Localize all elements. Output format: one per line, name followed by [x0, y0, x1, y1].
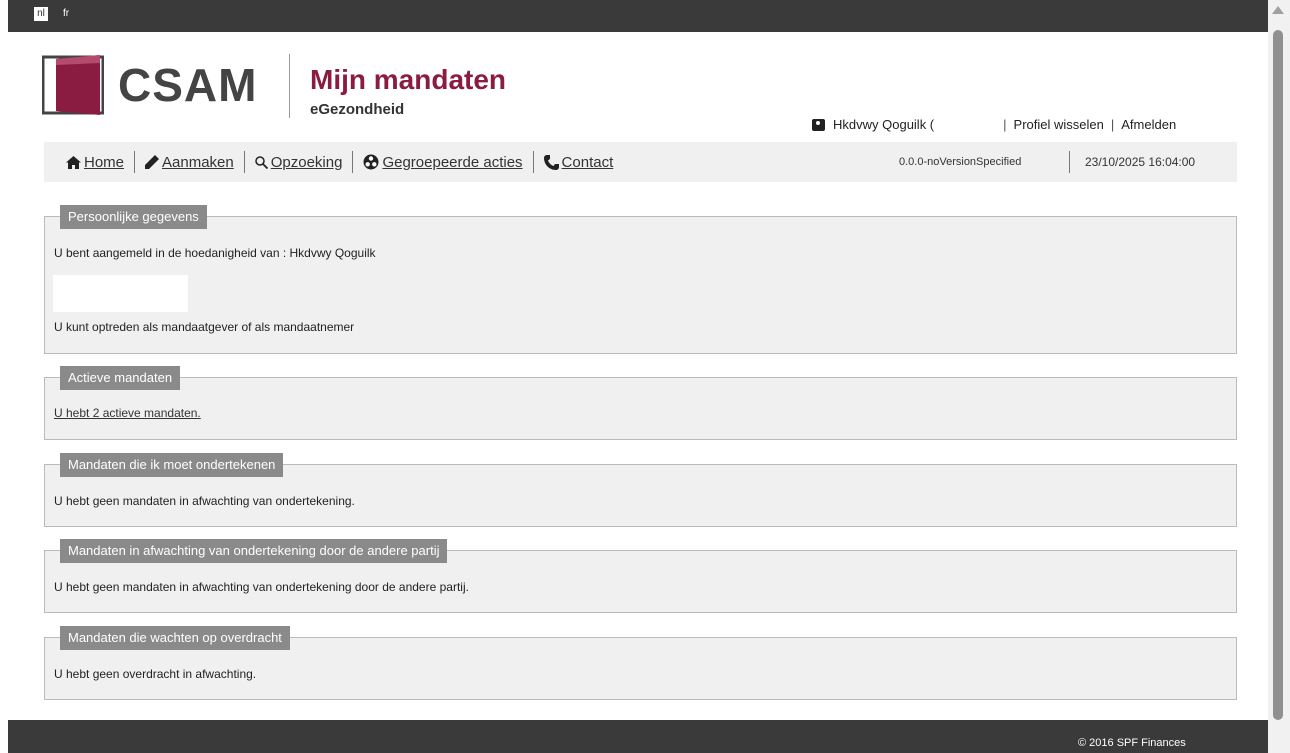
active-mandates-link[interactable]: U hebt 2 actieve mandaten.: [54, 406, 201, 420]
scroll-up-arrow-icon[interactable]: [1272, 6, 1284, 14]
nav-divider: [352, 151, 354, 173]
header-divider: [289, 54, 290, 118]
nav-contact-label: Contact: [561, 153, 614, 171]
search-icon: [254, 155, 268, 169]
scroll-thumb[interactable]: [1273, 30, 1283, 720]
phone-icon: [543, 154, 559, 170]
nav-home[interactable]: Home: [66, 154, 124, 171]
logged-in-as-text: U bent aangemeld in de hoedanigheid van …: [54, 246, 376, 260]
panel-title: Mandaten die wachten op overdracht: [60, 626, 290, 650]
language-bar: nl fr: [8, 0, 1268, 32]
panel-personal-data: Persoonlijke gegevens U bent aangemeld i…: [44, 205, 1237, 354]
nav-opzoeking[interactable]: Opzoeking: [254, 153, 343, 171]
nav-divider: [134, 151, 136, 173]
to-sign-text: U hebt geen mandaten in afwachting van o…: [54, 494, 355, 508]
home-icon: [66, 155, 81, 169]
panel-other-party: Mandaten in afwachting van ondertekening…: [44, 539, 1237, 613]
group-actions-icon: [363, 154, 379, 170]
separator: |: [1110, 117, 1115, 132]
switch-profile-link[interactable]: Profiel wisselen: [1014, 117, 1104, 132]
role-text: U kunt optreden als mandaatgever of als …: [54, 320, 355, 334]
nav-divider: [1069, 151, 1070, 173]
panel-to-sign: Mandaten die ik moet ondertekenen U hebt…: [44, 453, 1237, 527]
nav-contact[interactable]: Contact: [543, 153, 614, 171]
nav-opzoeking-label: Opzoeking: [270, 153, 343, 171]
panel-title: Mandaten in afwachting van ondertekening…: [60, 539, 448, 563]
version-label: 0.0.0-noVersionSpecified: [899, 156, 1022, 168]
panel-transfer: Mandaten die wachten op overdracht U heb…: [44, 626, 1237, 700]
panel-active-mandates: Actieve mandaten U hebt 2 actieve mandat…: [44, 366, 1237, 440]
language-fr[interactable]: fr: [63, 7, 69, 21]
nav-divider: [532, 151, 534, 173]
footer: © 2016 SPF Finances: [8, 720, 1268, 753]
nav-gegroepeerde-acties[interactable]: Gegroepeerde acties: [363, 153, 523, 171]
main-nav: Home Aanmaken Opzoeking Gegroepeerde act…: [44, 142, 1237, 182]
app-subtitle: eGezondheid: [310, 101, 405, 118]
nav-home-label: Home: [84, 153, 125, 171]
nav-divider: [243, 151, 245, 173]
redacted-box: [53, 275, 188, 312]
panel-title: Actieve mandaten: [60, 366, 181, 390]
separator: |: [1003, 117, 1007, 132]
user-bar: Hkdvwy Qoguilk ( | Profiel wisselen | Af…: [812, 117, 1176, 132]
user-name: Hkdvwy Qoguilk (: [833, 117, 935, 132]
csam-logo-text: CSAM: [118, 59, 258, 111]
nav-gegroepeerde-acties-label: Gegroepeerde acties: [382, 153, 523, 171]
panel-title: Persoonlijke gegevens: [60, 205, 207, 229]
pencil-icon: [145, 155, 160, 169]
transfer-text: U hebt geen overdracht in afwachting.: [54, 667, 257, 681]
logout-link[interactable]: Afmelden: [1121, 117, 1176, 132]
copyright: © 2016 SPF Finances: [1078, 737, 1186, 749]
other-party-text: U hebt geen mandaten in afwachting van o…: [54, 580, 469, 594]
language-nl[interactable]: nl: [34, 7, 48, 21]
vertical-scrollbar[interactable]: [1268, 0, 1290, 753]
datetime-label: 23/10/2025 16:04:00: [1085, 155, 1196, 169]
csam-logo-icon: [42, 55, 104, 115]
panel-title: Mandaten die ik moet ondertekenen: [60, 453, 284, 477]
nav-aanmaken-label: Aanmaken: [162, 153, 234, 171]
nav-aanmaken[interactable]: Aanmaken: [145, 154, 234, 171]
app-title: Mijn mandaten: [310, 64, 507, 95]
user-card-icon: [812, 118, 825, 131]
